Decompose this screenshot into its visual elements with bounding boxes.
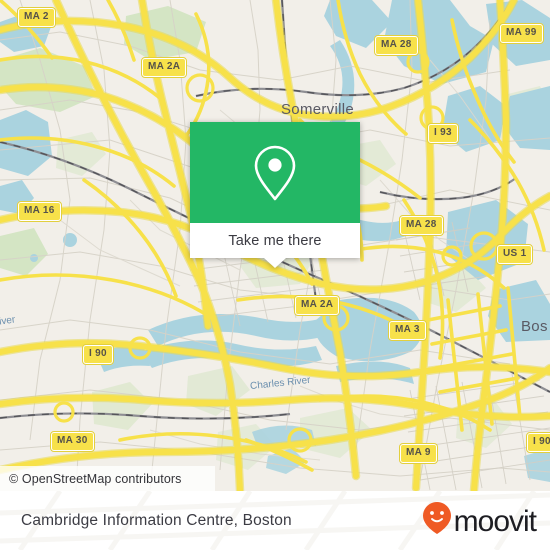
footer-bar: Cambridge Information Centre, Boston moo… (0, 491, 550, 550)
footer-content: Cambridge Information Centre, Boston moo… (0, 491, 550, 550)
moovit-wordmark: moovit (453, 504, 537, 538)
popup-action-bar[interactable]: Take me there (190, 223, 360, 268)
page-title: Cambridge Information Centre, Boston (21, 511, 292, 529)
map-attribution[interactable]: © OpenStreetMap contributors (0, 466, 215, 491)
moovit-brand[interactable]: moovit (422, 501, 537, 540)
map-canvas[interactable]: Somerville Bos Charles River River MA 2 … (0, 0, 550, 491)
location-popup-card[interactable]: Take me there (190, 122, 360, 268)
take-me-there-label: Take me there (228, 232, 322, 249)
map-pin-icon (252, 144, 298, 202)
attribution-text: © OpenStreetMap contributors (9, 471, 182, 486)
popup-pin-area (190, 122, 360, 223)
popup-tail-pointer (264, 258, 286, 268)
moovit-pin-smile-icon (422, 501, 452, 540)
moovit-map-screenshot: Somerville Bos Charles River River MA 2 … (0, 0, 550, 550)
